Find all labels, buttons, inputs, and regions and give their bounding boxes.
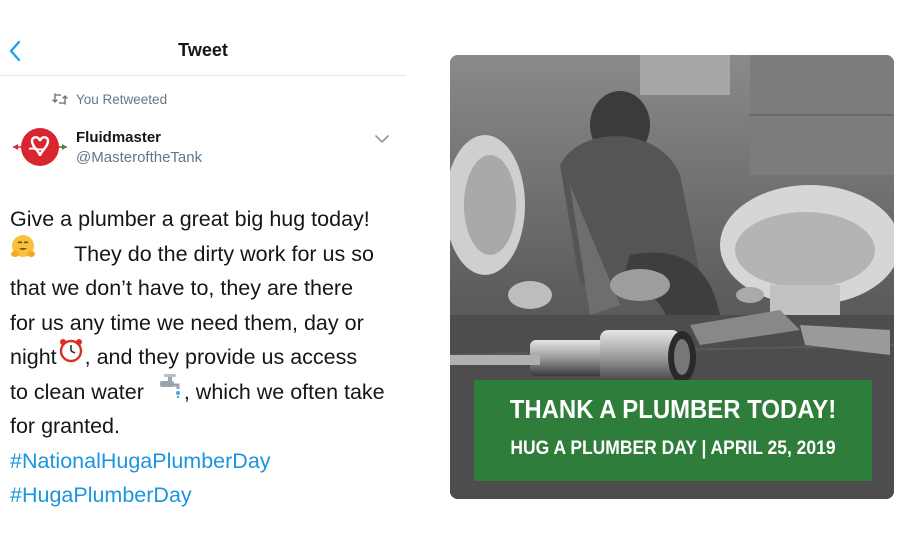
tweet-header: Tweet <box>0 0 406 76</box>
tweet-line: They do the dirty work for us so <box>10 234 400 272</box>
tweet-panel: Tweet You Retweeted Fluidmaster @Mastero… <box>0 0 406 550</box>
avatar[interactable] <box>12 125 68 169</box>
tweet-line: for granted. <box>10 414 120 438</box>
banner-subtitle: HUG A PLUMBER DAY | APRIL 25, 2019 <box>510 438 836 459</box>
alarm-clock-emoji <box>57 337 85 374</box>
tweet-line: #NationalHugaPlumberDay <box>10 444 400 479</box>
tweet-line: that we don’t have to, they are there <box>10 276 354 300</box>
retweet-icon <box>52 93 68 105</box>
tweet-line: for us any time we need them, day or <box>10 310 364 335</box>
tweet-line: Give a plumber a great big hug today! <box>10 207 370 231</box>
chevron-down-icon <box>375 135 389 143</box>
tweet-text: Give a plumber a great big hug today! Th… <box>10 202 400 513</box>
tweet-menu-button[interactable] <box>372 131 392 147</box>
banner-title: THANK A PLUMBER TODAY! <box>509 394 837 424</box>
page-title: Tweet <box>178 40 228 60</box>
retweet-label: You Retweeted <box>76 91 168 107</box>
tweet-line: night , and they provide us access <box>10 337 400 375</box>
author-name[interactable]: Fluidmaster <box>76 128 202 148</box>
tweet-line: to clean water , which we often take <box>10 372 400 410</box>
faucet-emoji <box>158 372 184 409</box>
hugging-face-emoji <box>10 234 38 271</box>
tweet-image[interactable]: THANK A PLUMBER TODAY! HUG A PLUMBER DAY… <box>450 55 894 499</box>
hashtag-link[interactable]: #NationalHugaPlumberDay <box>10 449 271 473</box>
page: Tweet You Retweeted Fluidmaster @Mastero… <box>0 0 900 550</box>
author-block[interactable]: Fluidmaster @MasteroftheTank <box>76 128 202 168</box>
promo-banner: THANK A PLUMBER TODAY! HUG A PLUMBER DAY… <box>474 380 872 481</box>
author-handle[interactable]: @MasteroftheTank <box>76 148 202 168</box>
tweet-line: #HugaPlumberDay <box>10 478 400 513</box>
hashtag-link[interactable]: #HugaPlumberDay <box>10 483 192 507</box>
fluidmaster-logo <box>13 128 67 166</box>
retweet-indicator: You Retweeted <box>52 90 167 108</box>
